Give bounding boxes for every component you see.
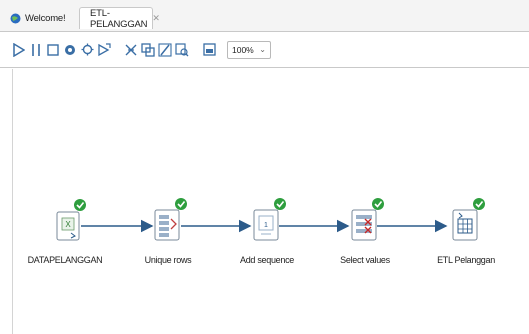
replay-button[interactable] [97, 42, 111, 58]
transformation-toolbar: 100% ⌄ [0, 32, 529, 68]
impact-icon [141, 42, 155, 57]
step-datapelanggan[interactable]: X [56, 199, 86, 241]
sql-icon [158, 42, 172, 57]
unique-rows-icon [154, 209, 180, 241]
explore-db-icon [175, 42, 189, 56]
excel-input-icon: X [56, 211, 80, 241]
check-icon [473, 198, 485, 210]
pause-button[interactable] [29, 42, 43, 58]
preview-icon [65, 44, 75, 55]
tab-etl-pelanggan[interactable]: ETL-PELANGGAN ✕ [79, 7, 160, 30]
check-icon [372, 198, 384, 210]
table-output-icon [452, 209, 478, 241]
impact-button[interactable] [141, 42, 155, 58]
tab-welcome[interactable]: Welcome! [4, 7, 72, 29]
editor-tab-bar: Welcome! ETL-PELANGGAN ✕ [0, 0, 529, 32]
close-icon[interactable]: ✕ [152, 13, 160, 24]
pause-icon [32, 43, 40, 56]
stop-button[interactable] [46, 42, 60, 58]
results-pane-icon [202, 43, 216, 56]
add-sequence-icon: 1 [253, 209, 279, 241]
verify-icon [125, 44, 137, 55]
verify-button[interactable] [124, 42, 138, 58]
transformation-canvas[interactable]: X 1 DATAPELANGGAN Unique rows Add sequen… [12, 69, 529, 334]
step-label-add-sequence: Add sequence [240, 255, 294, 265]
step-label-unique-rows: Unique rows [144, 255, 192, 265]
step-label-select-values: Select values [340, 255, 390, 265]
step-add-sequence[interactable]: 1 [253, 198, 286, 241]
show-results-button[interactable] [202, 42, 216, 58]
svg-text:X: X [65, 220, 71, 229]
svg-text:1: 1 [264, 222, 268, 229]
step-etl-pelanggan[interactable] [452, 198, 485, 241]
step-unique-rows[interactable] [154, 198, 187, 241]
zoom-select[interactable]: 100% ⌄ [227, 40, 271, 59]
debug-icon [81, 43, 93, 56]
run-button[interactable] [12, 42, 26, 58]
play-icon [13, 42, 25, 57]
check-icon [175, 198, 187, 210]
step-label-datapelanggan: DATAPELANGGAN [27, 255, 103, 265]
debug-button[interactable] [80, 42, 94, 58]
check-icon [74, 199, 86, 211]
replay-icon [98, 42, 111, 56]
explore-db-button[interactable] [175, 42, 189, 58]
step-select-values[interactable] [351, 198, 384, 241]
globe-icon [10, 13, 21, 23]
step-label-etl-pelanggan: ETL Pelanggan [437, 255, 495, 265]
zoom-value: 100% [232, 44, 254, 55]
preview-button[interactable] [63, 42, 77, 58]
sql-button[interactable] [158, 42, 172, 58]
select-values-icon [351, 209, 377, 241]
stop-icon [47, 43, 59, 56]
check-icon [274, 198, 286, 210]
chevron-down-icon: ⌄ [259, 45, 266, 54]
tab-etl-label: ETL-PELANGGAN [90, 7, 148, 30]
tab-welcome-label: Welcome! [25, 12, 66, 24]
